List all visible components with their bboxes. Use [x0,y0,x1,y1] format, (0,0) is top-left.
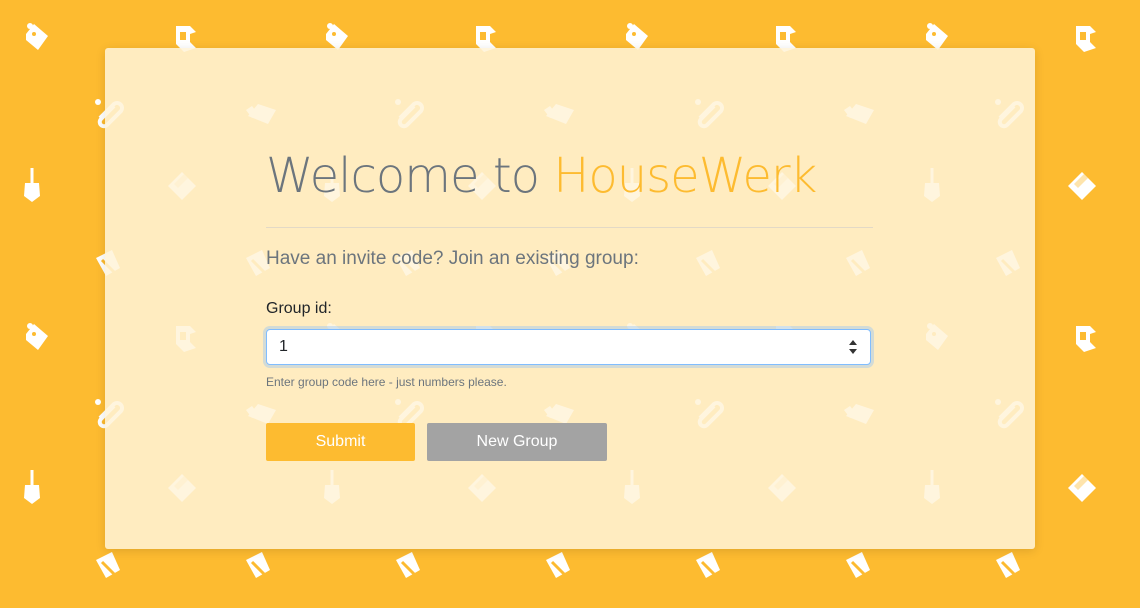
group-id-help-text: Enter group code here - just numbers ple… [266,375,507,389]
submit-button[interactable]: Submit [266,423,415,461]
title-prefix: Welcome to [266,148,554,204]
page-title: Welcome to HouseWerk [266,144,873,208]
group-id-label: Group id: [266,300,332,317]
stepper-up-icon[interactable] [849,340,857,345]
join-group-form: Welcome to HouseWerk Have an invite code… [266,144,873,461]
lead-text: Have an invite code? Join an existing gr… [266,248,639,269]
group-id-input[interactable] [267,330,839,364]
number-stepper[interactable] [848,340,858,354]
group-id-field [266,329,871,365]
new-group-button[interactable]: New Group [427,423,607,461]
title-divider [266,227,873,228]
stepper-down-icon[interactable] [849,349,857,354]
welcome-card: Welcome to HouseWerk Have an invite code… [105,48,1035,549]
brand-name: HouseWerk [553,148,817,204]
